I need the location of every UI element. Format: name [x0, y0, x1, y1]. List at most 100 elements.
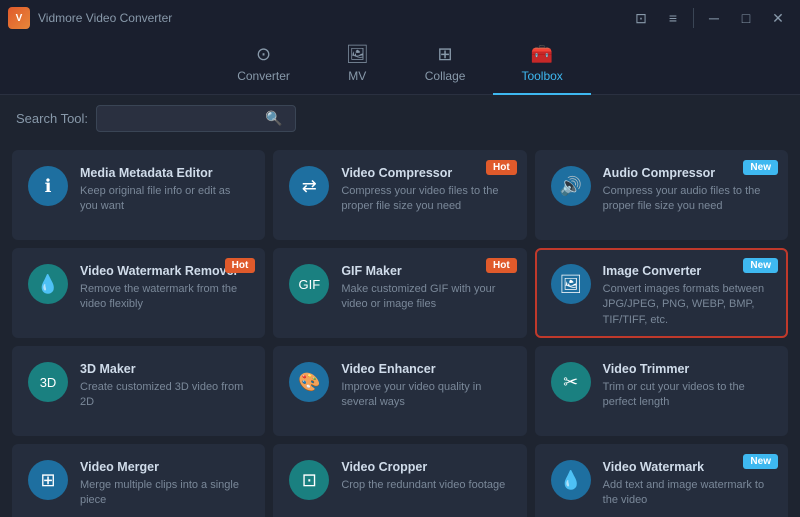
tool-card-inner: ⇄ Video Compressor Compress your video f… [289, 166, 510, 215]
tool-desc-gif-maker: Make customized GIF with your video or i… [341, 282, 510, 313]
tool-desc-media-metadata-editor: Keep original file info or edit as you w… [80, 184, 249, 215]
tool-text-video-cropper: Video Cropper Crop the redundant video f… [341, 460, 510, 493]
tool-card-inner: 💧 Video Watermark Add text and image wat… [551, 460, 772, 509]
tool-card-audio-compressor[interactable]: New 🔊 Audio Compressor Compress your aud… [535, 150, 788, 240]
converter-icon: ⊙ [256, 44, 271, 65]
tool-card-inner: GIF GIF Maker Make customized GIF with y… [289, 264, 510, 313]
tool-text-video-enhancer: Video Enhancer Improve your video qualit… [341, 362, 510, 411]
tool-card-image-converter[interactable]: New 🖼 Image Converter Convert images for… [535, 248, 788, 338]
tab-converter-label: Converter [237, 69, 290, 83]
badge-video-watermark-remover: Hot [225, 258, 256, 273]
tool-card-inner: ✂ Video Trimmer Trim or cut your videos … [551, 362, 772, 411]
tool-name-media-metadata-editor: Media Metadata Editor [80, 166, 249, 180]
tool-card-inner: ⊡ Video Cropper Crop the redundant video… [289, 460, 510, 500]
nav-tabs: ⊙ Converter 🖼 MV ⊞ Collage 🧰 Toolbox [0, 36, 800, 95]
tool-card-inner: ⊞ Video Merger Merge multiple clips into… [28, 460, 249, 509]
tool-card-video-watermark-remover[interactable]: Hot 💧 Video Watermark Remover Remove the… [12, 248, 265, 338]
tool-desc-video-trimmer: Trim or cut your videos to the perfect l… [603, 380, 772, 411]
tool-desc-video-enhancer: Improve your video quality in several wa… [341, 380, 510, 411]
tool-icon-image-converter: 🖼 [551, 264, 591, 304]
tool-desc-video-watermark-remover: Remove the watermark from the video flex… [80, 282, 249, 313]
tools-grid: ℹ Media Metadata Editor Keep original fi… [0, 142, 800, 517]
tool-icon-video-compressor: ⇄ [289, 166, 329, 206]
badge-audio-compressor: New [743, 160, 778, 175]
menu-btn[interactable]: ≡ [659, 6, 687, 30]
tab-toolbox-label: Toolbox [521, 69, 562, 83]
tool-name-3d-maker: 3D Maker [80, 362, 249, 376]
tool-card-inner: 🔊 Audio Compressor Compress your audio f… [551, 166, 772, 215]
tool-text-gif-maker: GIF Maker Make customized GIF with your … [341, 264, 510, 313]
tool-card-video-merger[interactable]: ⊞ Video Merger Merge multiple clips into… [12, 444, 265, 517]
tool-icon-video-watermark: 💧 [551, 460, 591, 500]
tab-collage-label: Collage [425, 69, 466, 83]
tool-text-media-metadata-editor: Media Metadata Editor Keep original file… [80, 166, 249, 215]
tool-icon-video-enhancer: 🎨 [289, 362, 329, 402]
mv-icon: 🖼 [346, 44, 369, 65]
search-input-wrap: 🔍 [96, 105, 296, 132]
tool-card-gif-maker[interactable]: Hot GIF GIF Maker Make customized GIF wi… [273, 248, 526, 338]
tool-text-video-watermark-remover: Video Watermark Remover Remove the water… [80, 264, 249, 313]
tool-card-video-enhancer[interactable]: 🎨 Video Enhancer Improve your video qual… [273, 346, 526, 436]
tool-name-video-trimmer: Video Trimmer [603, 362, 772, 376]
tool-desc-video-merger: Merge multiple clips into a single piece [80, 478, 249, 509]
close-btn[interactable]: ✕ [764, 6, 792, 30]
tool-icon-gif-maker: GIF [289, 264, 329, 304]
tab-collage[interactable]: ⊞ Collage [397, 36, 494, 95]
tool-card-inner: 3D 3D Maker Create customized 3D video f… [28, 362, 249, 411]
search-input[interactable] [105, 111, 265, 126]
badge-video-compressor: Hot [486, 160, 517, 175]
tool-name-video-enhancer: Video Enhancer [341, 362, 510, 376]
app-title: Vidmore Video Converter [38, 11, 172, 25]
tool-desc-video-compressor: Compress your video files to the proper … [341, 184, 510, 215]
search-label: Search Tool: [16, 111, 88, 126]
toolbox-icon: 🧰 [531, 44, 553, 65]
tool-card-inner: 🎨 Video Enhancer Improve your video qual… [289, 362, 510, 411]
app-logo: V [8, 7, 30, 29]
tool-card-video-cropper[interactable]: ⊡ Video Cropper Crop the redundant video… [273, 444, 526, 517]
tool-icon-media-metadata-editor: ℹ [28, 166, 68, 206]
tool-icon-video-trimmer: ✂ [551, 362, 591, 402]
tool-desc-audio-compressor: Compress your audio files to the proper … [603, 184, 772, 215]
tool-name-video-merger: Video Merger [80, 460, 249, 474]
tool-name-video-cropper: Video Cropper [341, 460, 510, 474]
tool-text-video-compressor: Video Compressor Compress your video fil… [341, 166, 510, 215]
tool-card-video-trimmer[interactable]: ✂ Video Trimmer Trim or cut your videos … [535, 346, 788, 436]
tool-card-video-compressor[interactable]: Hot ⇄ Video Compressor Compress your vid… [273, 150, 526, 240]
tool-desc-image-converter: Convert images formats between JPG/JPEG,… [603, 282, 772, 328]
tab-mv-label: MV [348, 69, 366, 83]
tool-icon-3d-maker: 3D [28, 362, 68, 402]
minimize-btn[interactable]: ─ [700, 6, 728, 30]
tool-desc-video-cropper: Crop the redundant video footage [341, 478, 510, 493]
badge-image-converter: New [743, 258, 778, 273]
tool-card-inner: 🖼 Image Converter Convert images formats… [551, 264, 772, 328]
tool-desc-3d-maker: Create customized 3D video from 2D [80, 380, 249, 411]
tool-text-video-merger: Video Merger Merge multiple clips into a… [80, 460, 249, 509]
maximize-btn[interactable]: □ [732, 6, 760, 30]
tool-text-image-converter: Image Converter Convert images formats b… [603, 264, 772, 328]
title-bar-left: V Vidmore Video Converter [8, 7, 172, 29]
badge-video-watermark: New [743, 454, 778, 469]
caption-btn[interactable]: ⊡ [627, 6, 655, 30]
tool-desc-video-watermark: Add text and image watermark to the vide… [603, 478, 772, 509]
tool-card-media-metadata-editor[interactable]: ℹ Media Metadata Editor Keep original fi… [12, 150, 265, 240]
tab-converter[interactable]: ⊙ Converter [209, 36, 318, 95]
tool-icon-audio-compressor: 🔊 [551, 166, 591, 206]
tool-icon-video-watermark-remover: 💧 [28, 264, 68, 304]
search-icon: 🔍 [265, 110, 282, 127]
collage-icon: ⊞ [438, 44, 453, 65]
tool-card-inner: 💧 Video Watermark Remover Remove the wat… [28, 264, 249, 313]
tool-card-inner: ℹ Media Metadata Editor Keep original fi… [28, 166, 249, 215]
search-bar: Search Tool: 🔍 [0, 95, 800, 142]
tool-icon-video-merger: ⊞ [28, 460, 68, 500]
tool-text-3d-maker: 3D Maker Create customized 3D video from… [80, 362, 249, 411]
title-bar: V Vidmore Video Converter ⊡ ≡ ─ □ ✕ [0, 0, 800, 36]
badge-gif-maker: Hot [486, 258, 517, 273]
tool-icon-video-cropper: ⊡ [289, 460, 329, 500]
tab-toolbox[interactable]: 🧰 Toolbox [493, 36, 590, 95]
tab-mv[interactable]: 🖼 MV [318, 36, 397, 95]
tool-text-video-trimmer: Video Trimmer Trim or cut your videos to… [603, 362, 772, 411]
tool-card-video-watermark[interactable]: New 💧 Video Watermark Add text and image… [535, 444, 788, 517]
tool-name-video-watermark-remover: Video Watermark Remover [80, 264, 249, 278]
tool-card-3d-maker[interactable]: 3D 3D Maker Create customized 3D video f… [12, 346, 265, 436]
title-bar-controls: ⊡ ≡ ─ □ ✕ [627, 6, 792, 30]
